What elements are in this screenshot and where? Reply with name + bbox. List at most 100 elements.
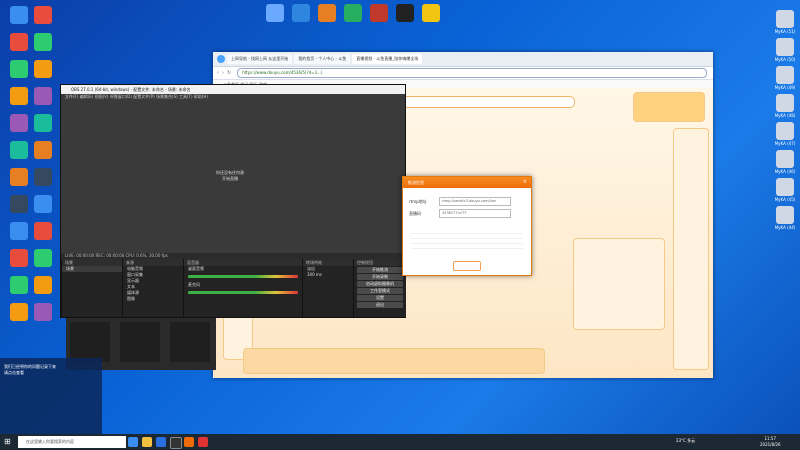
weather[interactable]: 23°C 多云 [676, 438, 695, 444]
notification-text: 我们已经将你的问题记录下来 请点击查看 [4, 364, 56, 375]
shortcut-icon [370, 4, 388, 22]
audio-meter [188, 275, 298, 278]
file-icon [776, 38, 794, 56]
secondary-panel [170, 322, 210, 362]
exit-button[interactable]: 退出 [357, 302, 403, 308]
shortcut-icon [266, 4, 284, 22]
shortcut-icon [34, 87, 52, 105]
close-icon[interactable]: × [523, 179, 527, 185]
shortcut-icon [34, 249, 52, 267]
rtmp-field[interactable]: rtmp://sendtc3.douyu.com/live [439, 197, 511, 206]
shortcut-label: MyKA (46) [774, 169, 796, 174]
taskview-icon[interactable] [128, 437, 138, 447]
shortcut-label: MyKA (48) [774, 113, 796, 118]
shortcut-icon [10, 195, 28, 213]
stream-info-dialog[interactable]: 推流信息 × rtmp地址 rtmp://sendtc3.douyu.com/l… [402, 176, 532, 276]
secondary-panel [70, 322, 110, 362]
virtual-camera-button[interactable]: 启动虚拟摄像机 [357, 281, 403, 287]
shortcut-label: MyKA (44) [774, 225, 796, 230]
controls-head: 控制按钮 [354, 259, 406, 266]
desktop-shortcut[interactable] [416, 4, 446, 40]
forward-icon[interactable]: › [222, 70, 224, 76]
controls-dock: 控制按钮 开始推流 开始录制 启动虚拟摄像机 工作室模式 设置 退出 [353, 259, 406, 317]
browser-tab-3[interactable]: 直播视频 - 斗鱼直播_陪你嗨爆全场 [352, 54, 423, 64]
obs-window[interactable]: OBS 27.0.1 (64-bit, windows) - 配置文件: 未命名… [60, 84, 409, 318]
file-icon [776, 122, 794, 140]
sources-head: 来源 [123, 259, 183, 266]
browser-tab-1[interactable]: 上网导航 - 找网上网 从这里开始 [227, 54, 293, 64]
shortcut-icon [344, 4, 362, 22]
studio-mode-button[interactable]: 工作室模式 [357, 288, 403, 294]
status-text: LIVE: 00:00:00 REC: 00:00:00 CPU: 0.6%, … [65, 253, 168, 258]
shortcut-icon [396, 4, 414, 22]
scene-item[interactable]: 场景 [62, 266, 122, 272]
shortcut-icon [34, 195, 52, 213]
shortcut-icon [10, 141, 28, 159]
app-taskbar-icon[interactable] [198, 437, 208, 447]
gift-panel [573, 238, 665, 330]
shortcut-icon [34, 222, 52, 240]
shortcut-label: MyKA (47) [774, 141, 796, 146]
bottom-banner [243, 348, 545, 374]
shortcut-icon [10, 168, 28, 186]
shortcut-label: MyKA (45) [774, 197, 796, 202]
settings-button[interactable]: 设置 [357, 295, 403, 301]
source-item[interactable]: 图像 [123, 296, 183, 302]
shortcut-icon [34, 141, 52, 159]
shortcut-icon [34, 33, 52, 51]
obs-title: OBS 27.0.1 (64-bit, windows) - 配置文件: 未命名… [61, 85, 405, 94]
start-icon[interactable]: ⊞ [4, 437, 14, 447]
shortcut-icon [10, 222, 28, 240]
mixer-track-label: 桌面音频 [188, 266, 204, 271]
douyu-taskbar-icon[interactable] [184, 437, 194, 447]
transitions-dock: 转场特效 淡出 300 ms [302, 259, 353, 317]
file-icon [776, 10, 794, 28]
mixer-dock: 混音器 桌面音频 麦克风 [183, 259, 302, 317]
explorer-icon[interactable] [142, 437, 152, 447]
start-recording-button[interactable]: 开始录制 [357, 274, 403, 280]
shortcut-icon [10, 276, 28, 294]
search-input[interactable]: 在这里输入你要搜索的内容 [18, 436, 126, 448]
file-icon [776, 206, 794, 224]
browser-taskbar-icon[interactable] [156, 437, 166, 447]
back-icon[interactable]: ‹ [217, 70, 219, 76]
preview-message: 你还没有任何源 开始直播 [216, 170, 244, 181]
code-field[interactable]: 4536277rz??? [439, 209, 511, 218]
shortcut-icon [10, 249, 28, 267]
file-icon [776, 94, 794, 112]
notification-panel[interactable]: 我们已经将你的问题记录下来 请点击查看 [0, 358, 102, 436]
shortcut-icon [10, 87, 28, 105]
shortcut-label: MyKA (50) [774, 57, 796, 62]
shortcut-icon [34, 303, 52, 321]
right-sidebar [673, 128, 709, 370]
obs-preview: 你还没有任何源 开始直播 [61, 100, 405, 253]
scenes-dock: 场景 场景 [61, 259, 122, 317]
desktop-shortcut[interactable] [28, 303, 58, 339]
desktop-shortcut[interactable]: MyKA (44) [770, 206, 800, 242]
address-bar: ‹ › ↻ https://www.douyu.com/4536/5(?d=3.… [213, 67, 713, 80]
shortcut-icon [10, 114, 28, 132]
file-icon [776, 66, 794, 84]
shortcut-icon [34, 60, 52, 78]
clock[interactable]: 11:57 2021/8/26 [760, 436, 781, 448]
obs-taskbar-icon[interactable] [170, 437, 182, 449]
scenes-head: 场景 [62, 259, 122, 266]
file-icon [776, 178, 794, 196]
browser-logo-icon [217, 55, 225, 63]
url-input[interactable]: https://www.douyu.com/4536/5(?d=3...) [237, 68, 707, 78]
shortcut-icon [422, 4, 440, 22]
promo-banner [633, 92, 705, 122]
file-icon [776, 150, 794, 168]
shortcut-label: MyKA (49) [774, 85, 796, 90]
transition-duration[interactable]: 300 ms [303, 272, 353, 278]
browser-tab-2[interactable]: 我的首页 - 个人中心 - 斗鱼 [294, 54, 351, 64]
code-label: 直播码 [409, 211, 421, 216]
transitions-head: 转场特效 [303, 259, 353, 266]
refresh-icon[interactable]: ↻ [227, 70, 231, 76]
mixer-track-label: 麦克风 [188, 282, 200, 287]
shortcut-icon [10, 303, 28, 321]
audio-meter [188, 291, 298, 294]
start-streaming-button[interactable]: 开始推流 [357, 267, 403, 273]
confirm-button[interactable] [453, 261, 481, 271]
shortcut-icon [34, 168, 52, 186]
